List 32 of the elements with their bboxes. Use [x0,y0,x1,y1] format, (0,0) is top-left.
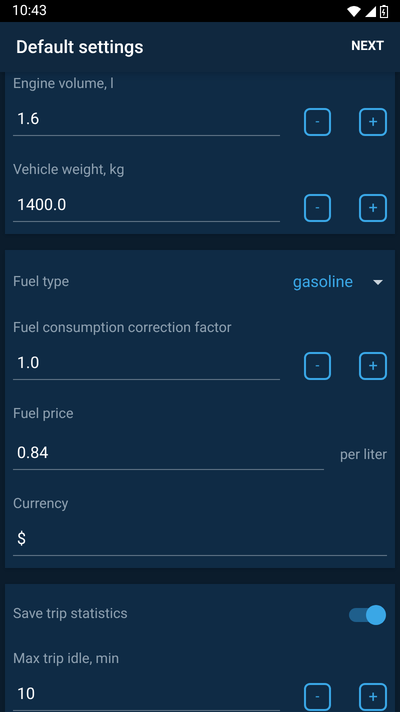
dropdown-caret-icon [373,280,383,284]
increment-button[interactable]: + [359,194,387,222]
field-label: Fuel consumption correction factor [13,319,232,338]
field-label: Engine volume, l [13,75,115,94]
input-field[interactable]: $ [13,527,387,556]
battery-icon [380,4,388,18]
wifi-icon [347,6,361,16]
status-time: 10:43 [12,2,47,20]
field-label: Vehicle weight, kg [13,161,126,180]
input-field[interactable]: 1.6 [13,107,280,136]
increment-button[interactable]: + [359,682,387,710]
decrement-button[interactable]: - [304,194,332,222]
fuel-type-dropdown[interactable]: gasoline [292,270,383,294]
field-label: Fuel price [13,405,74,424]
field-label: Currency [13,495,70,514]
screen-title: Default settings [16,36,144,60]
increment-button[interactable]: + [359,108,387,136]
field-label: Save trip statistics [13,605,128,624]
next-button[interactable]: NEXT [351,37,384,57]
decrement-button[interactable]: - [304,352,332,380]
input-field[interactable]: 1.0 [13,351,280,380]
input-field[interactable]: 10 [13,682,280,711]
signal-icon [365,6,376,16]
increment-button[interactable]: + [359,352,387,380]
input-field[interactable]: 1400.0 [13,193,280,222]
input-field[interactable]: 0.84 [13,441,324,470]
decrement-button[interactable]: - [304,682,332,710]
toggle-switch[interactable] [349,608,383,622]
unit-label: per liter [340,446,387,465]
field-label: Max trip idle, min [13,650,120,669]
field-label: Fuel type [13,272,70,292]
decrement-button[interactable]: - [304,108,332,136]
